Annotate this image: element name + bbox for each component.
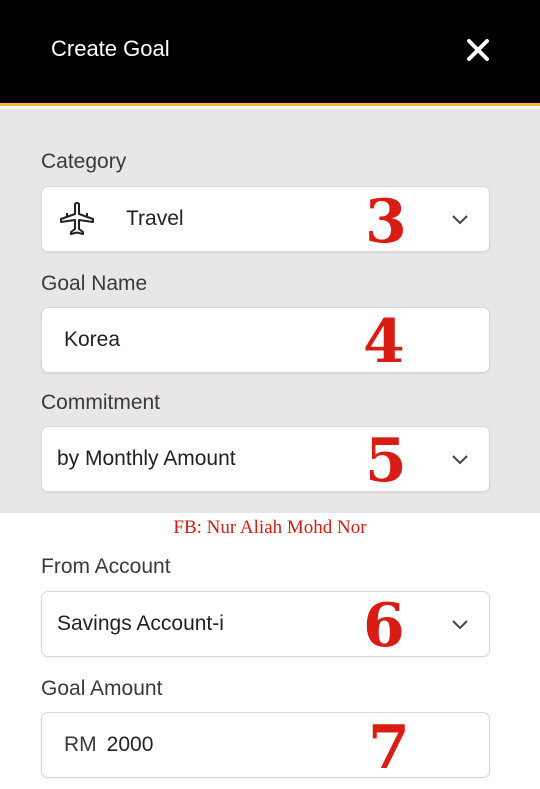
category-select[interactable]: Travel [41,186,490,252]
goal-name-input[interactable]: Korea [41,307,490,373]
step-5-annotation: 5 [365,426,407,496]
goal-amount-label: Goal Amount [41,677,163,700]
chevron-down-icon [451,213,469,225]
goal-amount-value: 2000 [106,733,154,756]
from-account-select[interactable]: Savings Account-i [41,591,490,657]
goal-name-label: Goal Name [41,272,148,295]
commitment-select[interactable]: by Monthly Amount [41,426,490,492]
step-7-annotation: 7 [368,713,410,783]
category-value: Travel [126,207,184,230]
page-title: Create Goal [51,36,170,61]
goal-amount-text: RM 2000 [64,733,153,757]
chevron-down-icon [451,618,469,630]
category-label: Category [41,150,127,173]
goal-amount-input[interactable]: RM 2000 [41,712,490,778]
close-icon [467,39,489,61]
airplane-icon [58,202,96,236]
close-button[interactable] [462,34,494,66]
currency-prefix: RM [64,733,97,756]
commitment-label: Commitment [41,391,161,414]
from-account-value: Savings Account-i [57,612,224,635]
chevron-down-icon [451,453,469,465]
from-account-label: From Account [41,555,171,578]
step-6-annotation: 6 [363,591,405,661]
commitment-value: by Monthly Amount [57,447,236,470]
step-3-annotation: 3 [365,187,407,257]
goal-name-value: Korea [64,328,121,351]
app-header: Create Goal [0,0,540,106]
step-4-annotation: 4 [363,307,405,377]
watermark-text: FB: Nur Aliah Mohd Nor [173,517,367,538]
